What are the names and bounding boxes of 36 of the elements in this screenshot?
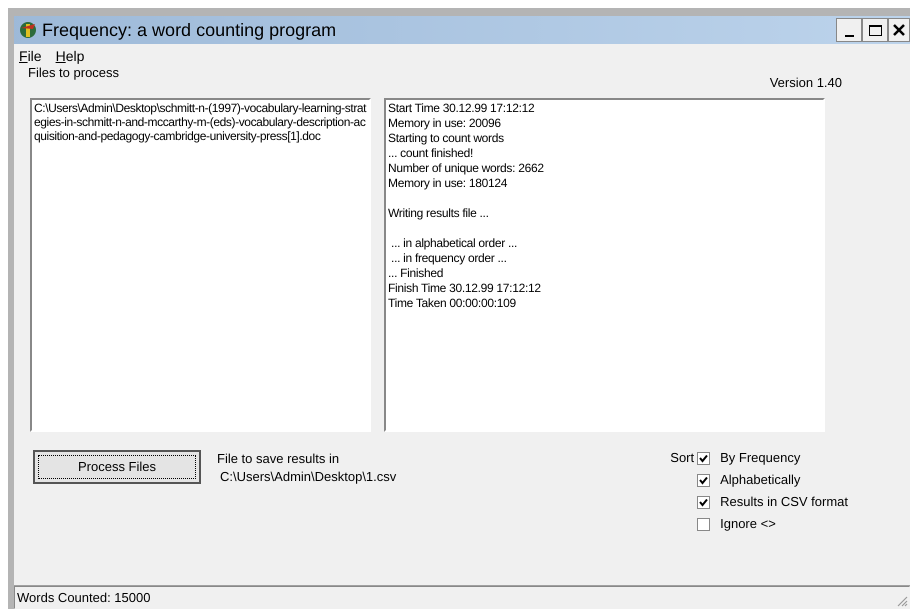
option-checkbox[interactable]: Ignore <> xyxy=(697,516,848,532)
log-line: Time Taken 00:00:00:109 xyxy=(388,296,516,311)
log-line: ... count finished! xyxy=(388,146,474,161)
checkmark-icon xyxy=(699,476,708,484)
log-line: Writing results file ... xyxy=(388,205,489,221)
log-line: ... in frequency order ... xyxy=(390,251,507,266)
log-line: Starting to count words xyxy=(388,131,504,146)
menu-item[interactable]: File xyxy=(19,46,42,66)
app-icon xyxy=(18,20,38,40)
close-icon xyxy=(893,24,905,36)
log-line: Memory in use: 180124 xyxy=(388,176,508,191)
log-line: Start Time 30.12.99 17:12:12 xyxy=(388,101,534,116)
log-line: ... Finished xyxy=(388,266,444,281)
log-line: Memory in use: 20096 xyxy=(388,116,501,131)
version-label: Version 1.40 xyxy=(770,74,842,92)
save-label: File to save results in xyxy=(217,450,340,468)
option-checkbox[interactable]: Alphabetically xyxy=(697,472,848,488)
log-line: Number of unique words: 2662 xyxy=(388,161,544,176)
status-bar-text: Words Counted: 15000 xyxy=(14,586,910,609)
option-checkbox[interactable]: By Frequency xyxy=(697,450,848,466)
close-button[interactable] xyxy=(888,18,910,42)
files-label: Files to process xyxy=(28,64,120,82)
menu-item[interactable]: Help xyxy=(56,46,84,66)
log-line: Finish Time 30.12.99 17:12:12 xyxy=(388,281,541,296)
maximize-button[interactable] xyxy=(862,18,888,42)
minimize-button[interactable] xyxy=(836,18,862,42)
checkmark-icon xyxy=(699,498,708,506)
option-checkbox[interactable]: Results in CSV format xyxy=(697,494,848,510)
sort-label: Sort xyxy=(670,450,694,467)
process-files-button[interactable]: Process Files xyxy=(33,450,201,484)
save-path: C:\Users\Admin\Desktop\1.csv xyxy=(219,468,396,486)
checkmark-icon xyxy=(699,454,708,462)
resize-grip-icon[interactable] xyxy=(896,595,908,607)
window-title: Frequency: a word counting program xyxy=(42,18,336,42)
log-line: ... in alphabetical order ... xyxy=(390,235,518,251)
file-list[interactable]: C:\Users\Admin\Desktop\schmitt-n-(1997)-vocabulary-learning-strategies-in-schmitt-n-and-mccarthy-m-(eds)-vocabulary-description-acquisition-and-pedagogy-cambridge-university-press[1].doc xyxy=(30,98,371,432)
